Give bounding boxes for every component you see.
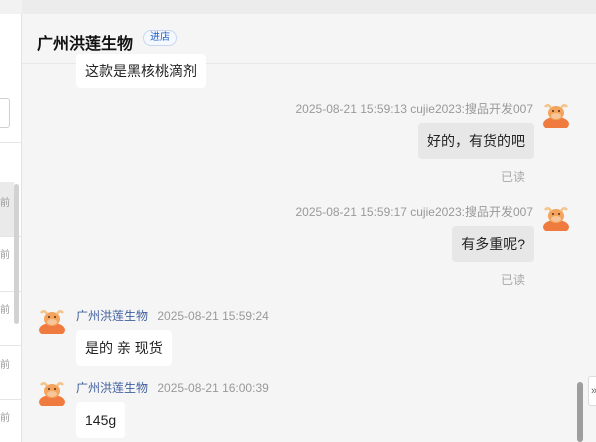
message-bubble: 145g xyxy=(76,402,126,438)
message-time: 2025-08-21 16:00:39 xyxy=(157,381,269,395)
message-bubble: 这款是黑核桃滴剂 xyxy=(76,54,206,88)
message-bubble: 有多重呢? xyxy=(452,226,534,262)
conversation-item[interactable]: 前 xyxy=(0,182,14,236)
chat-scrollbar[interactable] xyxy=(577,382,583,442)
conversation-item[interactable]: 前 xyxy=(0,400,14,442)
sender-name: 广州洪莲生物 xyxy=(76,381,149,395)
expand-panel-button[interactable]: » xyxy=(588,376,596,406)
sender-name: 广州洪莲生物 xyxy=(76,309,149,323)
cow-avatar-icon xyxy=(542,100,570,128)
conversation-list-topbar xyxy=(0,0,22,14)
conversation-search-input[interactable] xyxy=(0,98,10,128)
conversation-item[interactable]: 前 xyxy=(0,292,14,346)
conversation-item[interactable]: 前 xyxy=(0,346,14,400)
cow-avatar-icon xyxy=(38,306,66,334)
message-time: 2025-08-21 15:59:24 xyxy=(157,309,269,323)
conversation-list-scrollbar[interactable] xyxy=(14,184,19,324)
conversation-time: 前 xyxy=(0,198,10,209)
message-bubble: 是的 亲 现货 xyxy=(76,330,172,366)
message-bubble: 好的，有货的吧 xyxy=(418,123,534,159)
message-meta: 广州洪莲生物 2025-08-21 15:59:24 xyxy=(76,307,269,324)
read-status: 已读 xyxy=(500,170,525,184)
chat-window: 广州洪莲生物 进店 这款是黑核桃滴剂 2025-08-21 15:59:13 c… xyxy=(22,14,596,442)
shop-name: 广州洪莲生物 xyxy=(37,36,134,53)
conversation-item[interactable]: 前 xyxy=(0,237,14,291)
conversation-time: 前 xyxy=(0,413,10,424)
message-meta: 2025-08-21 15:59:13 cujie2023:搜品开发007 xyxy=(295,102,534,116)
conversation-time: 前 xyxy=(0,305,10,316)
cow-avatar-icon xyxy=(38,378,66,406)
read-status: 已读 xyxy=(500,273,525,287)
message-meta: 广州洪莲生物 2025-08-21 16:00:39 xyxy=(76,379,269,396)
conversation-list-pane: 前 前 前 前 前 xyxy=(0,0,22,442)
conversation-time: 前 xyxy=(0,360,10,371)
enter-shop-button[interactable]: 进店 xyxy=(143,30,177,46)
conversation-time: 前 xyxy=(0,250,10,261)
list-divider xyxy=(0,142,22,143)
message-meta: 2025-08-21 15:59:17 cujie2023:搜品开发007 xyxy=(295,205,534,219)
cow-avatar-icon xyxy=(542,203,570,231)
